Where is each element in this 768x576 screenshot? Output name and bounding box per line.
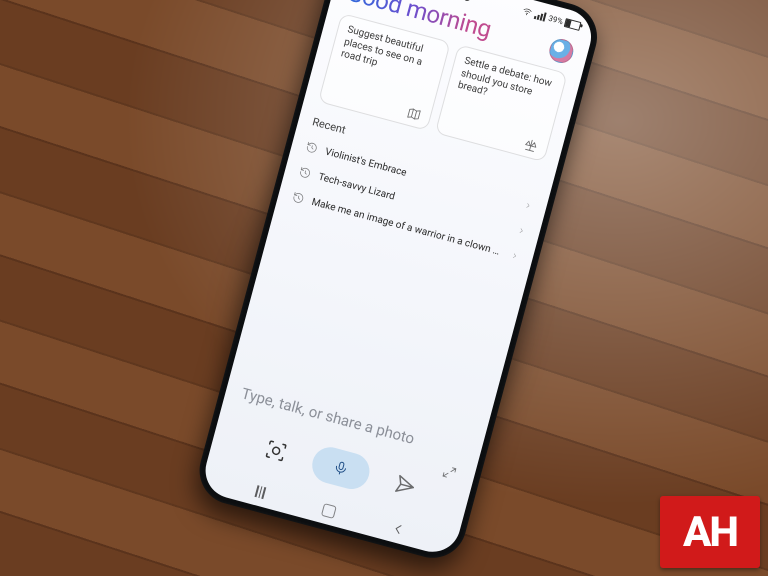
send-button[interactable]: [391, 471, 420, 500]
suggestion-card-text: Settle a debate: how should you store br…: [456, 55, 556, 115]
scene: 8:25 39% Good morning: [0, 0, 768, 576]
wifi-icon: [521, 6, 533, 18]
suggestion-card-text: Suggest beautiful places to see on a roa…: [339, 24, 439, 84]
nav-back[interactable]: [389, 519, 409, 539]
lens-button[interactable]: [261, 436, 290, 465]
chevron-right-icon: [517, 226, 527, 236]
battery-percent: 39%: [548, 13, 565, 26]
site-badge: AH: [660, 496, 760, 568]
chevron-right-icon: [523, 201, 533, 211]
nav-home[interactable]: [320, 501, 340, 521]
suggestion-card[interactable]: Settle a debate: how should you store br…: [435, 44, 568, 162]
signal-icon: [534, 10, 547, 22]
history-icon: [291, 191, 306, 206]
avatar[interactable]: [547, 36, 576, 65]
chevron-right-icon: [510, 251, 520, 261]
map-icon: [406, 104, 423, 121]
history-icon: [298, 165, 313, 180]
history-icon: [304, 140, 319, 155]
main-content: Good morning Suggest beautiful places to…: [276, 0, 592, 273]
site-badge-text: AH: [683, 508, 737, 557]
nav-recents[interactable]: [251, 482, 271, 502]
suggestion-card[interactable]: Suggest beautiful places to see on a roa…: [318, 13, 451, 131]
expand-icon[interactable]: [441, 463, 458, 480]
scale-icon: [523, 136, 540, 153]
